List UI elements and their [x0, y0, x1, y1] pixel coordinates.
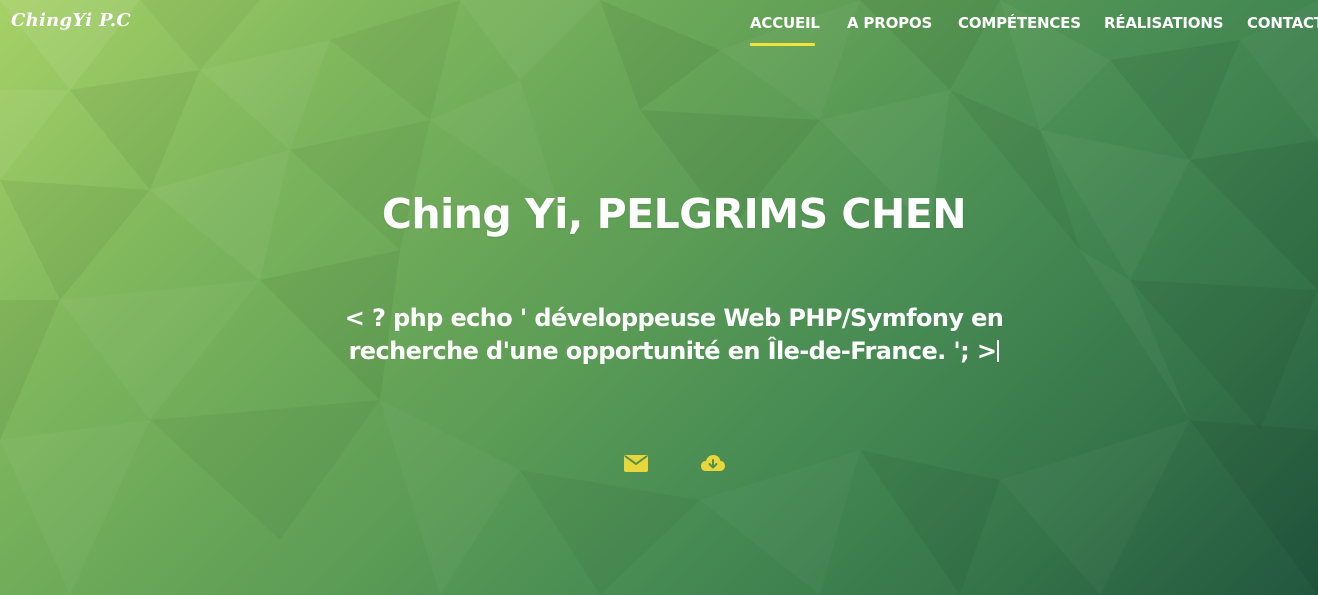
envelope-icon: [624, 455, 648, 472]
brand-logo[interactable]: ChingYi P.C: [11, 10, 131, 31]
nav-item-label: A PROPOS: [847, 14, 933, 32]
top-navigation: ChingYi P.C ACCUEIL A PROPOS COMPÉTENCES…: [0, 0, 1318, 50]
hero-title: Ching Yi, PELGRIMS CHEN: [381, 190, 967, 238]
hero-section: ChingYi P.C ACCUEIL A PROPOS COMPÉTENCES…: [0, 0, 1318, 595]
background-facets: [0, 0, 1318, 595]
nav-item-label: ACCUEIL: [750, 14, 820, 32]
typed-tagline-text: < ? php echo ' développeuse Web PHP/Symf…: [344, 304, 1004, 365]
nav-item-accueil[interactable]: ACCUEIL: [750, 14, 820, 46]
email-button[interactable]: [622, 451, 650, 475]
download-cv-button[interactable]: [699, 451, 727, 475]
nav-item-realisations[interactable]: RÉALISATIONS: [1104, 14, 1224, 46]
nav-item-contact[interactable]: CONTACT: [1247, 14, 1318, 46]
nav-item-label: CONTACT: [1247, 14, 1318, 32]
cloud-download-icon: [701, 455, 725, 471]
hero-tagline: < ? php echo ' développeuse Web PHP/Symf…: [335, 302, 1013, 368]
typing-caret: [997, 340, 1000, 362]
active-nav-underline: [750, 43, 815, 46]
nav-item-label: RÉALISATIONS: [1104, 14, 1224, 32]
nav-item-label: COMPÉTENCES: [958, 14, 1081, 32]
low-poly-background: [0, 0, 1318, 595]
nav-item-competences[interactable]: COMPÉTENCES: [958, 14, 1081, 46]
nav-item-a-propos[interactable]: A PROPOS: [847, 14, 932, 46]
